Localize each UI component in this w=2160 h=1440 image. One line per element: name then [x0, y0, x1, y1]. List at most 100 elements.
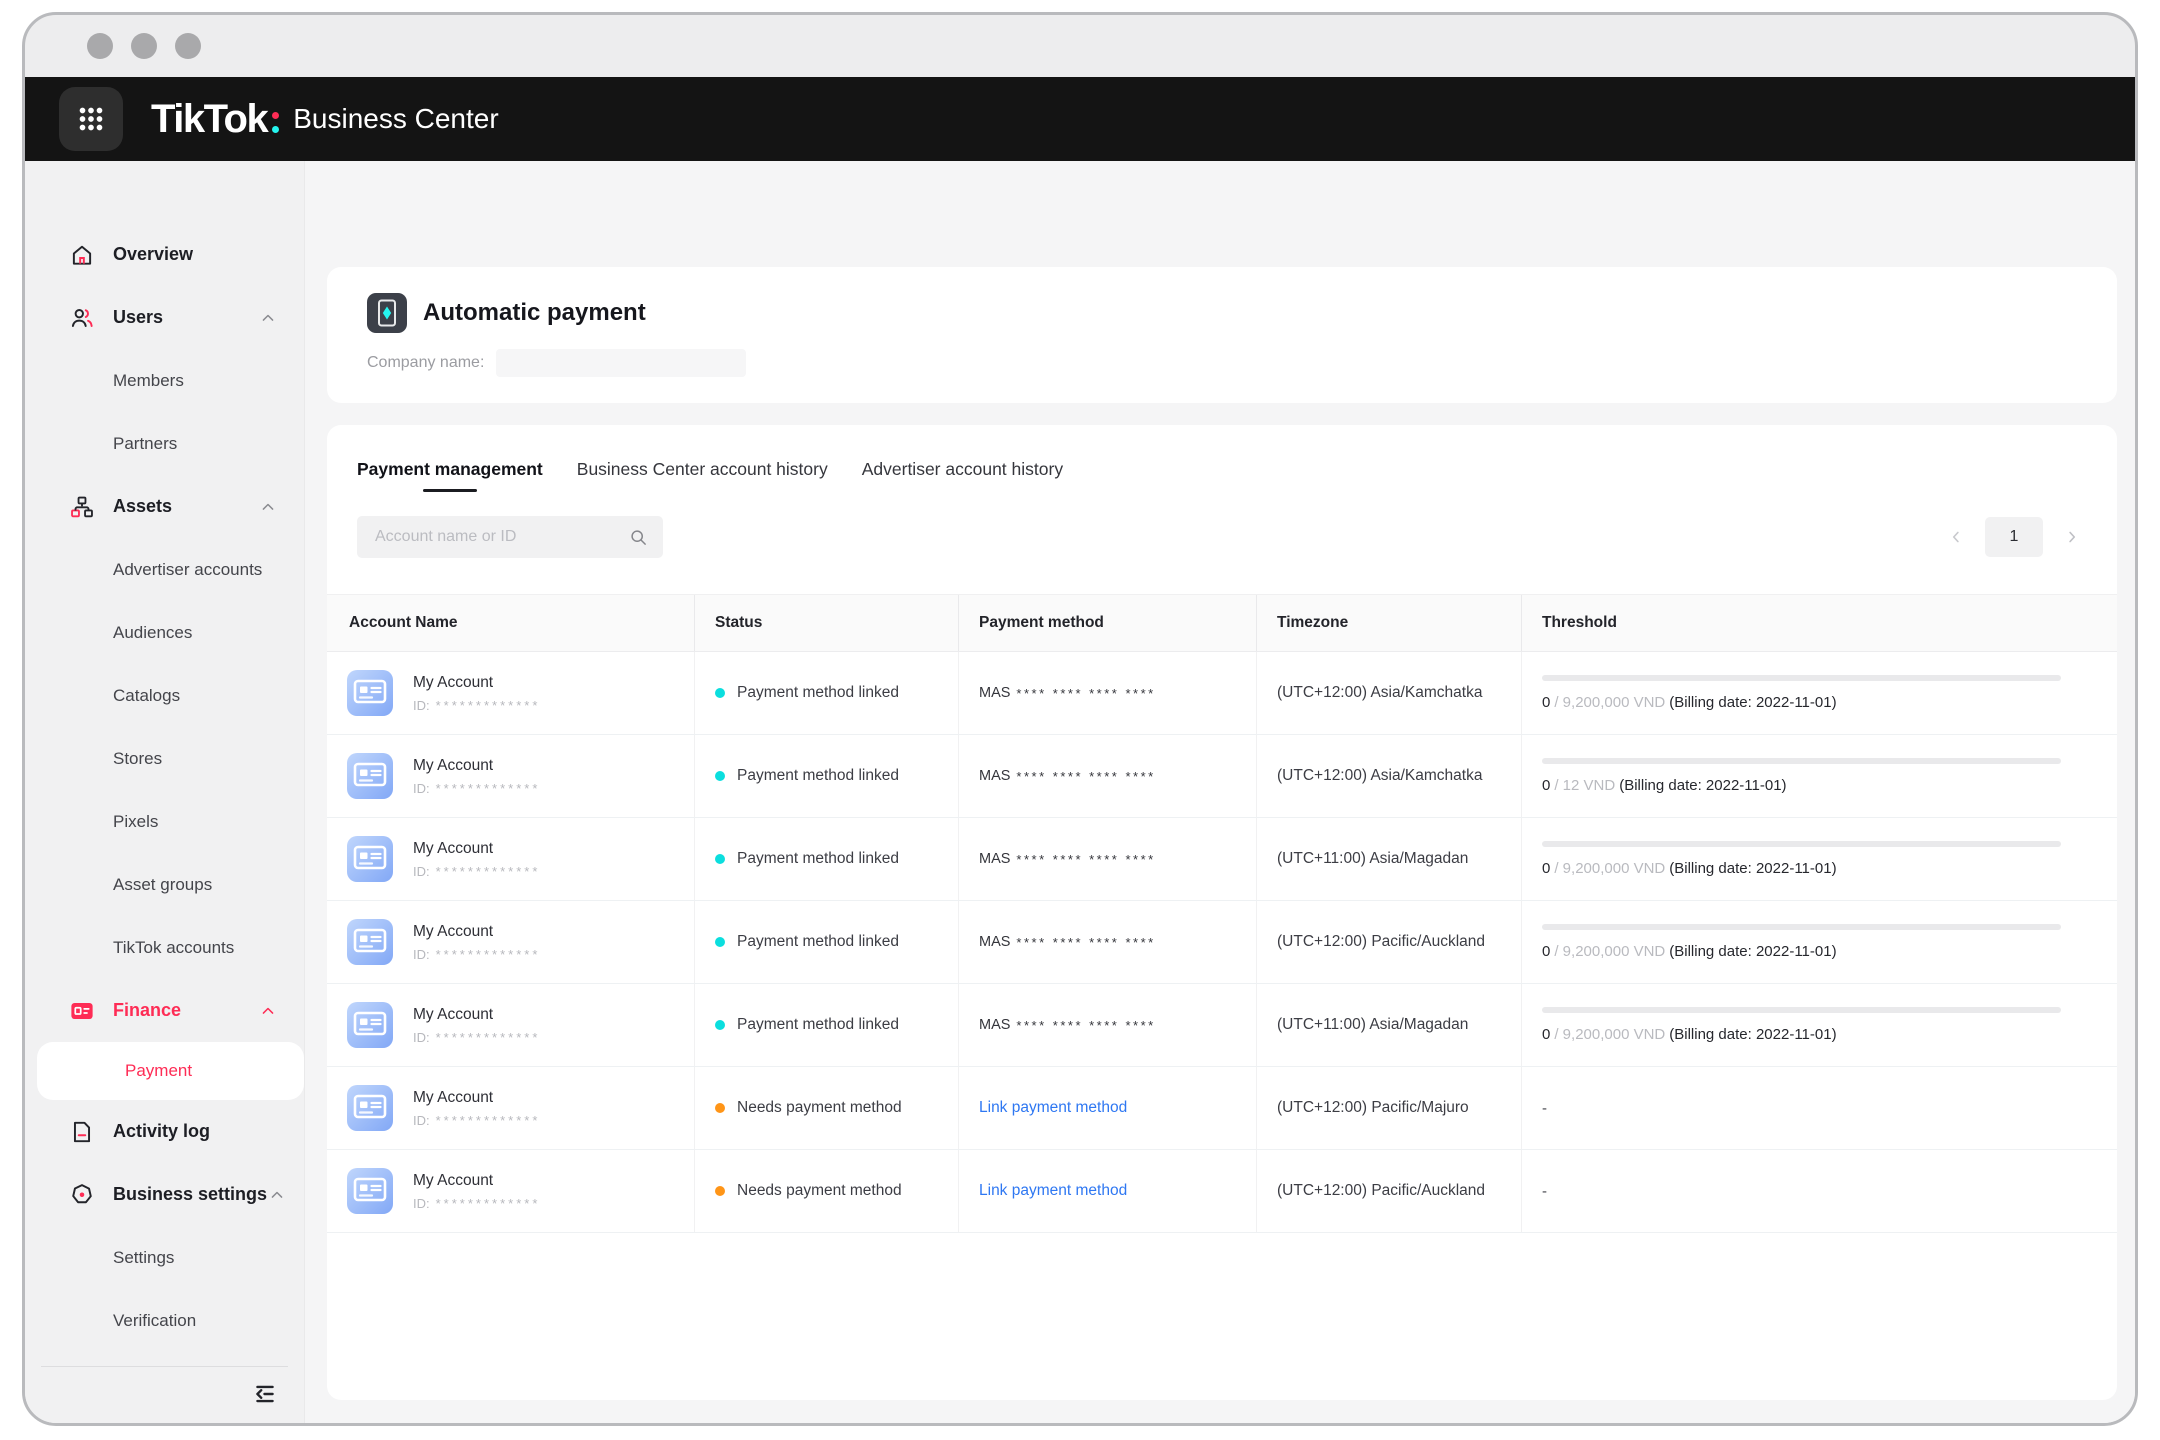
status-cell: Needs payment method: [695, 1067, 959, 1149]
table-row: My Account ID: ************* Payment method…: [327, 901, 2117, 984]
card-number-mask: **** **** **** ****: [1016, 934, 1156, 950]
account-text: My Account ID: *************: [413, 1172, 540, 1211]
page-prev-icon[interactable]: [1941, 518, 1971, 556]
link-payment-method-link[interactable]: Link payment method: [979, 1182, 1127, 1200]
account-search[interactable]: [357, 516, 663, 558]
threshold-limit: / 9,200,000 VND: [1554, 1026, 1666, 1043]
sidebar-item-catalogs[interactable]: Catalogs: [25, 664, 304, 727]
sidebar-item-members[interactable]: Members: [25, 349, 304, 412]
tiktok-wordmark: TikTok: [151, 96, 269, 141]
search-icon[interactable]: [628, 527, 649, 548]
sidebar-item-users[interactable]: Users: [25, 286, 304, 349]
window-dot-icon[interactable]: [87, 33, 113, 59]
status-label: Payment method linked: [737, 1016, 899, 1033]
column-header: Timezone: [1257, 595, 1522, 651]
account-name: My Account: [413, 673, 494, 691]
sidebar-item-audiences[interactable]: Audiences: [25, 601, 304, 664]
timezone-value: (UTC+12:00) Pacific/Auckland: [1277, 933, 1486, 950]
card-brand: MAS: [979, 685, 1011, 701]
sidebar-item-asset-groups[interactable]: Asset groups: [25, 853, 304, 916]
account-id-mask: *************: [435, 1195, 541, 1211]
payment-method-cell: MAS **** **** **** ****: [959, 818, 1257, 900]
threshold: 0/ 9,200,000 VND (Billing date: 2022-11-0…: [1542, 841, 2117, 877]
sidebar-item-payment[interactable]: Payment: [37, 1042, 304, 1100]
sidebar-item-verification[interactable]: Verification: [25, 1289, 304, 1352]
sidebar-item-finance[interactable]: Finance: [25, 979, 304, 1042]
tiktok-logo[interactable]: TikTok Business Center: [151, 97, 499, 142]
business-center-label: Business Center: [293, 103, 499, 134]
tab-0[interactable]: Payment management: [357, 459, 543, 492]
sidebar-item-partners[interactable]: Partners: [25, 412, 304, 475]
timezone-cell: (UTC+12:00) Asia/Kamchatka: [1257, 735, 1522, 817]
link-payment-method-link[interactable]: Link payment method: [979, 1099, 1127, 1117]
account: My Account ID: *************: [347, 1085, 540, 1131]
card-brand: MAS: [979, 1017, 1011, 1033]
account: My Account ID: *************: [347, 836, 540, 882]
account-id-mask: *************: [435, 1112, 541, 1128]
sidebar-item-activity-log[interactable]: Activity log: [25, 1100, 304, 1163]
sidebar-item-overview[interactable]: Overview: [25, 223, 304, 286]
account-name-cell: My Account ID: *************: [327, 901, 695, 983]
sidebar-item-stores[interactable]: Stores: [25, 727, 304, 790]
sidebar-item-label: Partners: [113, 433, 178, 453]
sidebar-item-advertiser-accounts[interactable]: Advertiser accounts: [25, 538, 304, 601]
page-next-icon[interactable]: [2057, 518, 2087, 556]
threshold-cell: 0/ 9,200,000 VND (Billing date: 2022-11-0…: [1522, 652, 2117, 734]
account: My Account ID: *************: [347, 919, 540, 965]
account: My Account ID: *************: [347, 670, 540, 716]
threshold-progress-bar: [1542, 758, 2061, 764]
threshold-used: 0: [1542, 694, 1551, 711]
sidebar-item-assets[interactable]: Assets: [25, 475, 304, 538]
sidebar-item-settings[interactable]: Settings: [25, 1226, 304, 1289]
status-cell: Payment method linked: [695, 901, 959, 983]
sidebar-item-pixels[interactable]: Pixels: [25, 790, 304, 853]
tab-1[interactable]: Business Center account history: [577, 459, 828, 492]
threshold-cell: 0/ 9,200,000 VND (Billing date: 2022-11-0…: [1522, 984, 2117, 1066]
sidebar-item-label: Stores: [113, 748, 163, 768]
users-icon: [69, 305, 95, 331]
account: My Account ID: *************: [347, 753, 540, 799]
collapse-sidebar-icon[interactable]: [248, 1377, 282, 1411]
chevron-up-icon[interactable]: [258, 1001, 278, 1021]
account-card-icon: [347, 836, 393, 882]
account-text: My Account ID: *************: [413, 757, 540, 796]
payment-method-cell: MAS **** **** **** ****: [959, 984, 1257, 1066]
business-settings-icon: [69, 1182, 95, 1208]
account-text: My Account ID: *************: [413, 1006, 540, 1045]
account-name: My Account: [413, 1005, 494, 1023]
timezone-value: (UTC+12:00) Pacific/Majuro: [1277, 1099, 1469, 1116]
status-cell: Needs payment method: [695, 1150, 959, 1232]
table-row: My Account ID: ************* Needs payment …: [327, 1150, 2117, 1233]
threshold-limit: / 9,200,000 VND: [1554, 860, 1666, 877]
account-id-label: ID:: [413, 1195, 430, 1211]
chevron-up-icon[interactable]: [258, 497, 278, 517]
status-needs-dot-icon: [715, 1103, 725, 1113]
apps-grid-icon[interactable]: [59, 87, 123, 151]
threshold-cell: -: [1522, 1067, 2117, 1149]
threshold-billing-date: (Billing date: 2022-11-01): [1669, 1026, 1837, 1043]
payment-method-cell: Link payment method: [959, 1067, 1257, 1149]
account-name: My Account: [413, 922, 494, 940]
page-number[interactable]: 1: [1985, 517, 2043, 557]
payment-method-cell: MAS **** **** **** ****: [959, 735, 1257, 817]
window-dot-icon[interactable]: [131, 33, 157, 59]
tab-2[interactable]: Advertiser account history: [862, 459, 1063, 492]
account-id: ID: *************: [413, 864, 540, 879]
threshold-text: 0/ 12 VND (Billing date: 2022-11-01): [1542, 777, 2061, 794]
sidebar: Overview Users Members Partners Assets Advert…: [25, 161, 305, 1423]
timezone-cell: (UTC+12:00) Pacific/Auckland: [1257, 901, 1522, 983]
sidebar-footer: [25, 1366, 304, 1423]
chevron-up-icon[interactable]: [267, 1185, 287, 1205]
home-icon: [69, 242, 95, 268]
timezone-value: (UTC+11:00) Asia/Magadan: [1277, 1016, 1469, 1033]
chevron-up-icon[interactable]: [258, 308, 278, 328]
search-input[interactable]: [373, 527, 628, 547]
sidebar-item-tiktok-accounts[interactable]: TikTok accounts: [25, 916, 304, 979]
sidebar-item-business-settings[interactable]: Business settings: [25, 1163, 304, 1226]
status-linked-dot-icon: [715, 688, 725, 698]
sidebar-item-label: Business settings: [113, 1184, 268, 1204]
account-id-mask: *************: [435, 780, 541, 796]
window-dot-icon[interactable]: [175, 33, 201, 59]
threshold: 0/ 9,200,000 VND (Billing date: 2022-11-0…: [1542, 675, 2117, 711]
account-text: My Account ID: *************: [413, 840, 540, 879]
